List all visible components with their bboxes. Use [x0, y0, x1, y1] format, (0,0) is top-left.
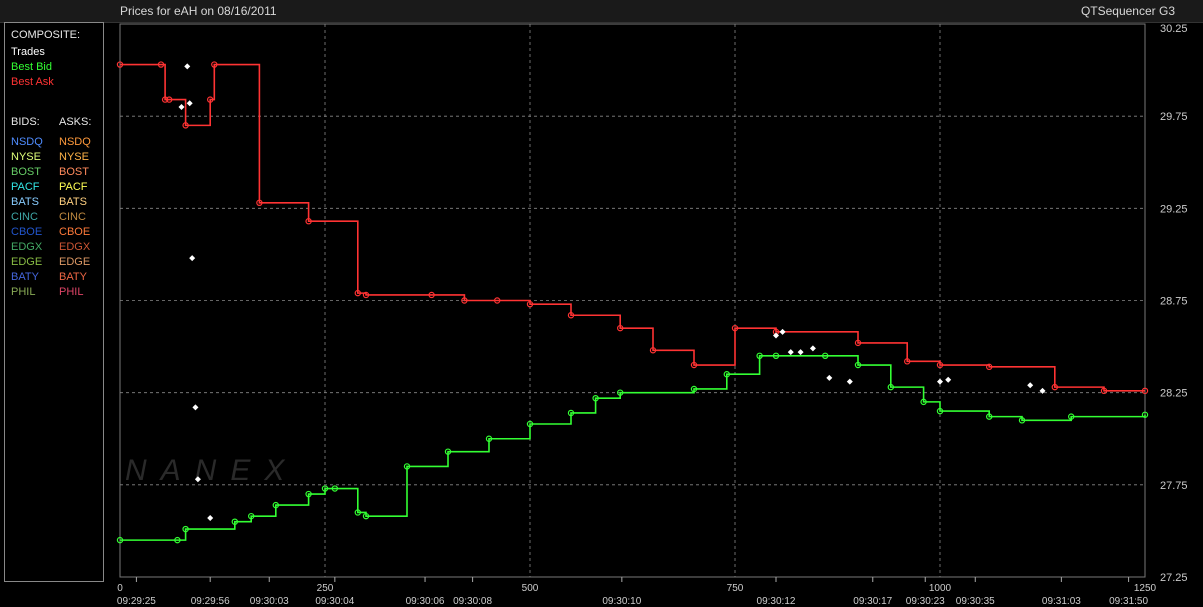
time-label: 09:30:06	[406, 596, 445, 607]
price-chart: NANEX 30.25 29.75 29.25 28.75 28.25 27.75 27.2…	[116, 23, 1188, 607]
x-tick-label: 750	[727, 583, 744, 594]
y-tick-label: 29.75	[1160, 111, 1188, 123]
watermark: NANEX	[125, 454, 298, 487]
y-tick-label: 29.25	[1160, 203, 1188, 215]
time-label: 09:30:08	[453, 596, 492, 607]
time-label: 09:30:23	[906, 596, 945, 607]
x-tick-label: 0	[117, 583, 123, 594]
time-label: 09:30:35	[956, 596, 995, 607]
y-tick-label: 28.25	[1160, 388, 1188, 400]
time-label: 09:30:03	[250, 596, 289, 607]
time-label: 09:29:25	[117, 596, 156, 607]
time-label: 09:29:56	[191, 596, 230, 607]
time-label: 09:31:03	[1042, 596, 1081, 607]
x-tick-label: 250	[317, 583, 334, 594]
y-axis: 30.25 29.75 29.25 28.75 28.25 27.75 27.25	[1160, 23, 1188, 584]
time-label: 09:31:50	[1109, 596, 1148, 607]
y-tick-label: 28.75	[1160, 296, 1188, 308]
time-label: 09:30:10	[602, 596, 641, 607]
time-label: 09:30:12	[757, 596, 796, 607]
y-tick-label: 27.75	[1160, 480, 1188, 492]
time-label: 09:30:04	[315, 596, 354, 607]
y-tick-label: 27.25	[1160, 572, 1188, 584]
time-axis: 09:29:25 09:29:56 09:30:03 09:30:04 09:30:06…	[117, 577, 1148, 607]
x-tick-label: 500	[522, 583, 539, 594]
x-tick-label: 1250	[1134, 583, 1157, 594]
time-label: 09:30:17	[853, 596, 892, 607]
x-axis: 0 250 500 750 1000 1250	[117, 583, 1156, 594]
x-tick-label: 1000	[929, 583, 952, 594]
y-tick-label: 30.25	[1160, 23, 1188, 35]
